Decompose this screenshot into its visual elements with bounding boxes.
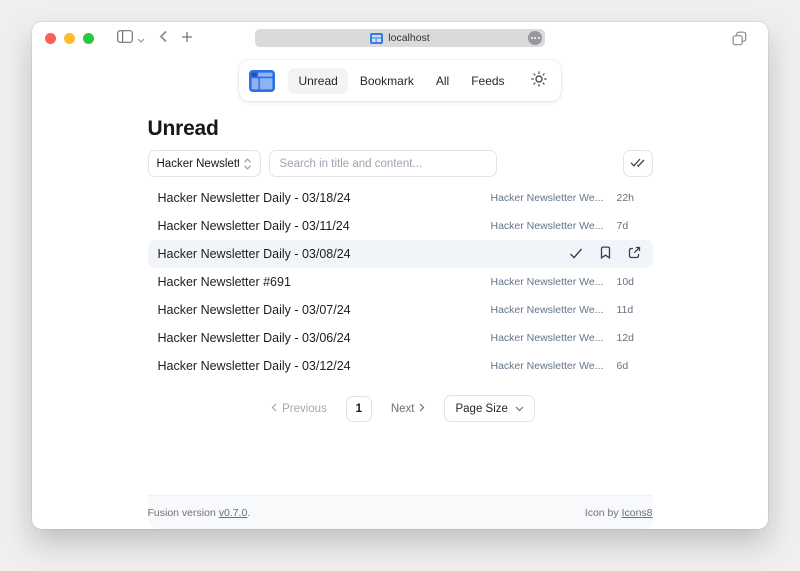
feed-filter-select[interactable]: Hacker Newsletter ... — [148, 150, 261, 177]
page-more-icon[interactable] — [528, 31, 542, 45]
top-nav: Unread Bookmark All Feeds — [239, 60, 560, 101]
minimize-window-button[interactable] — [64, 33, 75, 44]
list-item[interactable]: Hacker Newsletter Daily - 03/11/24 Hacke… — [148, 212, 653, 240]
item-age: 22h — [617, 192, 643, 204]
version-link[interactable]: v0.7.0 — [219, 507, 248, 519]
current-page-number[interactable]: 1 — [346, 396, 372, 422]
item-title: Hacker Newsletter Daily - 03/06/24 — [158, 331, 491, 345]
item-title: Hacker Newsletter Daily - 03/18/24 — [158, 191, 491, 205]
back-button[interactable] — [159, 30, 167, 46]
chevron-down-icon — [137, 31, 145, 46]
pagination: Previous 1 Next Page Size — [148, 395, 653, 422]
list-item-highlighted[interactable]: Hacker Newsletter Daily - 03/08/24 — [148, 240, 653, 268]
item-title: Hacker Newsletter #691 — [158, 275, 491, 289]
theme-toggle-button[interactable] — [527, 67, 551, 94]
item-age: 6d — [617, 360, 643, 372]
item-feed: Hacker Newsletter We... — [490, 360, 603, 372]
item-title: Hacker Newsletter Daily - 03/08/24 — [158, 247, 569, 261]
next-page-button[interactable]: Next — [385, 402, 432, 416]
search-input[interactable] — [269, 150, 497, 177]
item-age: 10d — [617, 276, 643, 288]
mark-all-read-button[interactable] — [623, 150, 653, 177]
page-content: Unread Bookmark All Feeds Unread Hacker … — [32, 54, 768, 529]
browser-window: localhost Unread Bookmark All Feeds — [32, 22, 768, 529]
list-item[interactable]: Hacker Newsletter Daily - 03/07/24 Hacke… — [148, 296, 653, 324]
tab-all[interactable]: All — [426, 68, 459, 94]
plus-icon — [181, 31, 193, 46]
new-tab-button[interactable] — [181, 31, 193, 46]
chevron-down-icon — [515, 406, 524, 412]
external-link-icon — [628, 246, 641, 262]
app-footer: Fusion version v0.7.0. Icon by Icons8 — [148, 495, 653, 529]
item-feed: Hacker Newsletter We... — [490, 332, 603, 344]
list-item[interactable]: Hacker Newsletter Daily - 03/06/24 Hacke… — [148, 324, 653, 352]
item-age: 11d — [617, 304, 643, 316]
version-suffix: . — [247, 507, 250, 519]
open-external-button[interactable] — [628, 246, 641, 262]
item-age: 12d — [617, 332, 643, 344]
item-age: 7d — [617, 220, 643, 232]
chevron-right-icon — [419, 403, 425, 415]
chevrons-up-down-icon — [243, 158, 252, 170]
item-feed: Hacker Newsletter We... — [490, 192, 603, 204]
chevron-left-icon — [271, 403, 277, 415]
page-size-select[interactable]: Page Size — [444, 395, 534, 422]
icons8-link[interactable]: Icons8 — [622, 507, 653, 519]
previous-label: Previous — [282, 403, 327, 415]
page-title: Unread — [148, 117, 653, 141]
double-check-icon — [630, 156, 645, 171]
article-list: Hacker Newsletter Daily - 03/18/24 Hacke… — [148, 184, 653, 380]
bookmark-icon — [600, 246, 611, 262]
item-feed: Hacker Newsletter We... — [490, 220, 603, 232]
item-actions — [569, 246, 643, 262]
check-icon — [569, 247, 583, 262]
tab-bookmark[interactable]: Bookmark — [350, 68, 424, 94]
overlapping-squares-icon — [732, 31, 747, 49]
list-item[interactable]: Hacker Newsletter Daily - 03/18/24 Hacke… — [148, 184, 653, 212]
icons-credit-text: Icon by Icons8 — [585, 507, 653, 519]
bookmark-button[interactable] — [600, 246, 611, 262]
sidebar-toggle-button[interactable] — [117, 30, 145, 46]
traffic-lights — [45, 33, 94, 44]
app-logo-icon[interactable] — [249, 70, 275, 92]
sidebar-icon — [117, 30, 133, 46]
item-feed: Hacker Newsletter We... — [490, 276, 603, 288]
ellipsis-icon — [531, 37, 540, 39]
url-host: localhost — [388, 32, 429, 44]
item-title: Hacker Newsletter Daily - 03/12/24 — [158, 359, 491, 373]
address-bar[interactable]: localhost — [255, 29, 545, 47]
version-text: Fusion version v0.7.0. — [148, 507, 251, 519]
version-prefix: Fusion version — [148, 507, 219, 519]
previous-page-button[interactable]: Previous — [265, 402, 333, 416]
icons-credit-prefix: Icon by — [585, 507, 622, 519]
next-label: Next — [391, 403, 415, 415]
sun-icon — [531, 71, 547, 90]
page-size-label: Page Size — [455, 403, 507, 415]
site-favicon — [370, 33, 383, 44]
tab-feeds[interactable]: Feeds — [461, 68, 514, 94]
tab-overview-button[interactable] — [732, 31, 747, 49]
list-item[interactable]: Hacker Newsletter #691 Hacker Newsletter… — [148, 268, 653, 296]
close-window-button[interactable] — [45, 33, 56, 44]
mark-read-button[interactable] — [569, 247, 583, 262]
zoom-window-button[interactable] — [83, 33, 94, 44]
item-title: Hacker Newsletter Daily - 03/07/24 — [158, 303, 491, 317]
feed-filter-value: Hacker Newsletter ... — [157, 158, 239, 170]
chevron-left-icon — [159, 30, 167, 46]
item-feed: Hacker Newsletter We... — [490, 304, 603, 316]
filter-row: Hacker Newsletter ... — [148, 150, 653, 177]
browser-chrome: localhost — [32, 22, 768, 54]
tab-unread[interactable]: Unread — [288, 68, 347, 94]
list-item[interactable]: Hacker Newsletter Daily - 03/12/24 Hacke… — [148, 352, 653, 380]
item-title: Hacker Newsletter Daily - 03/11/24 — [158, 219, 491, 233]
